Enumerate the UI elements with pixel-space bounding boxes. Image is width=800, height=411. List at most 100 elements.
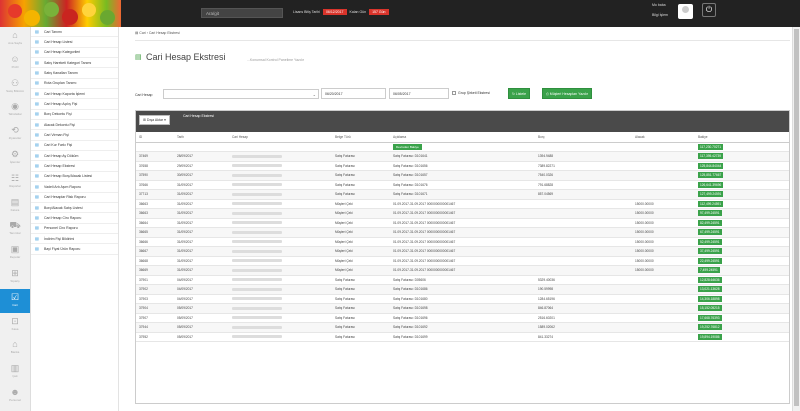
table-row[interactable]: 36669 31/09/2017 Müşteri Çeki 01.09.2017-31… bbox=[136, 265, 789, 276]
date-to-input[interactable]: 06/05/2017 bbox=[389, 88, 449, 99]
nav-invoice[interactable]: ▤ Fatura bbox=[0, 194, 30, 218]
menu-item[interactable]: ▤ Cari Hesaplar Risk Raporu bbox=[31, 193, 118, 203]
main-content: ▤ Cari › Cari Hesap Ekstresi ▤ Cari Hesa… bbox=[121, 27, 800, 411]
table-row[interactable]: 37907 05/09/2017 Satış Faturası Satış Fatur… bbox=[136, 313, 789, 323]
divider bbox=[135, 40, 790, 41]
cell-balance: 97,499.24591 bbox=[695, 208, 789, 219]
menu-item[interactable]: ▤ Personel Ciro Raporu bbox=[31, 224, 118, 234]
table-row[interactable]: 37944 05/09/2017 Satış Faturası Satış Fatur… bbox=[136, 322, 789, 333]
logo[interactable] bbox=[0, 0, 121, 27]
table-row[interactable]: 37658 29/09/2017 Satış Faturası Satış Fatur… bbox=[136, 161, 789, 171]
statement-table: ID Tarih Cari Hesap Belge Türü Açıklama Borç A… bbox=[136, 132, 789, 342]
menu-item[interactable]: ▤ Cari Tanımı bbox=[31, 27, 118, 38]
menu-item[interactable]: ▤ Alacak Dekontu Fişi bbox=[31, 120, 118, 131]
cari-hesap-select[interactable]: ⌄ bbox=[163, 89, 319, 99]
table-row[interactable]: 36663 31/09/2017 Müşteri Çeki 01.09.2017-31… bbox=[136, 199, 789, 209]
nav-money[interactable]: ◉ Tahsilatlar bbox=[0, 98, 30, 122]
nav-users[interactable]: ☷ Raporlar bbox=[0, 170, 30, 194]
menu-item[interactable]: ▤ Cari Hesap Açılış Fişi bbox=[31, 99, 118, 110]
menu-item[interactable]: ▤ Cari Hesap Kategorileri bbox=[31, 48, 118, 59]
cell-desc: Satış Faturası: D101656 bbox=[390, 161, 535, 171]
table-row[interactable]: 36667 31/09/2017 Müşteri Çeki 01.09.2017-31… bbox=[136, 246, 789, 257]
menu-item[interactable]: ▤ Vadeli Artı Aşım Raporu bbox=[31, 182, 118, 193]
menu-item[interactable]: ▤ Cari Hesap Ciro Raporu bbox=[31, 213, 118, 224]
nav-gear[interactable]: ⚙ İşlemler bbox=[0, 146, 30, 170]
menu-item[interactable]: ▤ Cari Virman Fişi bbox=[31, 130, 118, 141]
menu-item-icon: ▤ bbox=[35, 235, 39, 241]
menu-item[interactable]: ▤ Borç/Alacak Satış Listesi bbox=[31, 203, 118, 214]
date-from-input[interactable]: 06/20/2017 bbox=[321, 88, 386, 99]
cell-id: 36669 bbox=[136, 265, 174, 276]
table-row[interactable]: 37469 28/09/2017 Satış Faturası Satış Fatur… bbox=[136, 151, 789, 162]
column-header[interactable]: Belge Türü bbox=[332, 132, 390, 143]
table-row[interactable]: 37713 31/09/2017 Satış Faturası Satış Fatur… bbox=[136, 189, 789, 200]
table-row[interactable]: 36665 31/09/2017 Müşteri Çeki 01.09.2017-31… bbox=[136, 227, 789, 238]
nav-box[interactable]: ▣ Depolar bbox=[0, 241, 30, 265]
cell-type: Satış Faturası bbox=[332, 284, 390, 295]
table-row[interactable]: 36668 31/09/2017 Müşteri Çeki 01.09.2017-31… bbox=[136, 256, 789, 266]
redacted-account bbox=[232, 240, 282, 244]
menu-item[interactable]: ▤ Cari Hesap Listesi bbox=[31, 37, 118, 48]
menu-item[interactable]: ▤ Satış Hareketi Kategori Tanımı bbox=[31, 58, 118, 69]
nav-check[interactable]: ▥ Çek bbox=[0, 360, 30, 384]
column-header[interactable]: ID bbox=[136, 132, 174, 143]
list-button[interactable]: ↻ Listele bbox=[508, 88, 531, 99]
avatar[interactable] bbox=[678, 4, 693, 19]
table-row[interactable]: 36664 31/09/2017 Müşteri Çeki 01.09.2017-31… bbox=[136, 218, 789, 228]
table-row[interactable]: 37901 04/09/2017 Satış Faturası Satış Fatur… bbox=[136, 275, 789, 285]
print-accounts-button[interactable]: ⎙ Müşteri Hesapları Yazdır bbox=[542, 88, 592, 99]
column-header[interactable]: Borç bbox=[535, 132, 632, 143]
menu-item[interactable]: ▤ İndirim Fişi Bildirimi bbox=[31, 234, 118, 245]
nav-basket[interactable]: ⊞ Sipariş bbox=[0, 265, 30, 289]
table-row[interactable]: 36666 31/09/2017 Müşteri Çeki 01.09.2017-31… bbox=[136, 237, 789, 247]
menu-item[interactable]: ▤ Cari Hesap Borç/Alacak Listesi bbox=[31, 172, 118, 183]
nav-bank[interactable]: ⌂ Banka bbox=[0, 336, 30, 360]
table-row[interactable]: 37666 31/09/2017 Satış Faturası Satış Fatur… bbox=[136, 180, 789, 190]
menu-item[interactable]: ▤ Satış Kanalları Tanımı bbox=[31, 68, 118, 79]
column-header[interactable]: Cari Hesap bbox=[229, 132, 332, 143]
menu-item[interactable]: ▤ Cari Kur Farkı Fişi bbox=[31, 141, 118, 152]
nav-refresh[interactable]: ⟲ Ziyaretler bbox=[0, 122, 30, 146]
nav-cari[interactable]: ☑ Cari bbox=[0, 288, 30, 313]
menu-item[interactable]: ▤ Borç Dekontu Fişi bbox=[31, 110, 118, 121]
power-icon[interactable]: ⏻ bbox=[702, 3, 716, 17]
user-info[interactable]: Mo baba Bilgi İşlem bbox=[652, 3, 668, 18]
nav-truck[interactable]: ⛟ Tanımlar bbox=[0, 217, 30, 241]
scrollbar-thumb[interactable] bbox=[794, 29, 799, 406]
users-icon: ☷ bbox=[10, 172, 20, 183]
nav-lock[interactable]: ⊡ Kasa bbox=[0, 313, 30, 337]
breadcrumb-home[interactable]: Cari bbox=[139, 31, 145, 35]
table-row[interactable]: 37590 30/09/2017 Satış Faturası Satış Fatur… bbox=[136, 170, 789, 181]
menu-item[interactable]: ▤ Cari Hesap Kaporta İşlemi bbox=[31, 89, 118, 100]
table-row[interactable]: 36663 31/09/2017 Müşteri Çeki 01.09.2017-31… bbox=[136, 208, 789, 219]
column-header[interactable]: Tarih bbox=[174, 132, 229, 143]
cell-balance: 37,499.24591 bbox=[695, 246, 789, 257]
group-statement-checkbox[interactable]: Grup Şirketi Ekstresi bbox=[452, 91, 490, 95]
devir-balance: 117,230.70271 bbox=[698, 143, 724, 150]
balance-badge: 22,499.24591 bbox=[698, 257, 722, 264]
menu-item[interactable]: ▤ Cari Hesap Ay Döküm bbox=[31, 151, 118, 162]
breadcrumb: ▤ Cari › Cari Hesap Ekstresi bbox=[135, 31, 180, 35]
cell-alacak: 15000.00000 bbox=[632, 199, 695, 209]
checkbox-box[interactable] bbox=[452, 91, 456, 95]
nav-user[interactable]: ☺ Profil bbox=[0, 51, 30, 75]
menu-item[interactable]: ▤ Bayi Fiyat Ürün Raporu bbox=[31, 244, 118, 255]
statement-panel: ⊞ Dışa Aktar ▾ Cari Hesap Ekstresi ID Tar… bbox=[135, 110, 790, 404]
page-scrollbar[interactable] bbox=[792, 27, 800, 411]
nav-person[interactable]: ☻ Personel bbox=[0, 384, 30, 408]
column-header[interactable]: Alacak bbox=[632, 132, 695, 143]
column-header[interactable]: Açıklama bbox=[390, 132, 535, 143]
nav-cart[interactable]: ⚇ Satış Bölümü bbox=[0, 75, 30, 99]
table-row[interactable]: 37902 04/09/2017 Satış Faturası Satış Fatur… bbox=[136, 284, 789, 295]
column-header[interactable]: Bakiye bbox=[695, 132, 789, 143]
menu-item[interactable]: ▤ Rota Grupları Tanımı bbox=[31, 79, 118, 90]
nav-home[interactable]: ⌂ Ana Sayfa bbox=[0, 27, 30, 51]
search-input[interactable]: Ara/git bbox=[201, 8, 283, 18]
cell-desc: Satış Faturası: D05606 bbox=[390, 275, 535, 285]
table-row[interactable]: 37903 04/09/2017 Satış Faturası Satış Fatur… bbox=[136, 294, 789, 304]
table-row[interactable]: 37904 05/09/2017 Satış Faturası Satış Fatur… bbox=[136, 303, 789, 314]
menu-item-icon: ▤ bbox=[35, 39, 39, 45]
export-button[interactable]: ⊞ Dışa Aktar ▾ bbox=[139, 115, 170, 125]
menu-item[interactable]: ▤ Cari Hesap Ekstresi bbox=[31, 161, 118, 172]
table-row[interactable]: 37952 05/09/2017 Satış Faturası Satış Fatur… bbox=[136, 332, 789, 342]
